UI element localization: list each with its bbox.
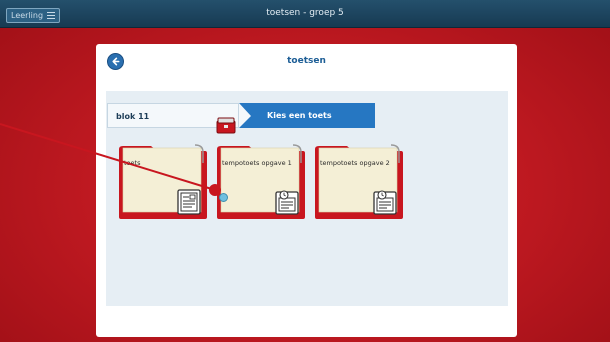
annotation-pointer [0,123,221,196]
